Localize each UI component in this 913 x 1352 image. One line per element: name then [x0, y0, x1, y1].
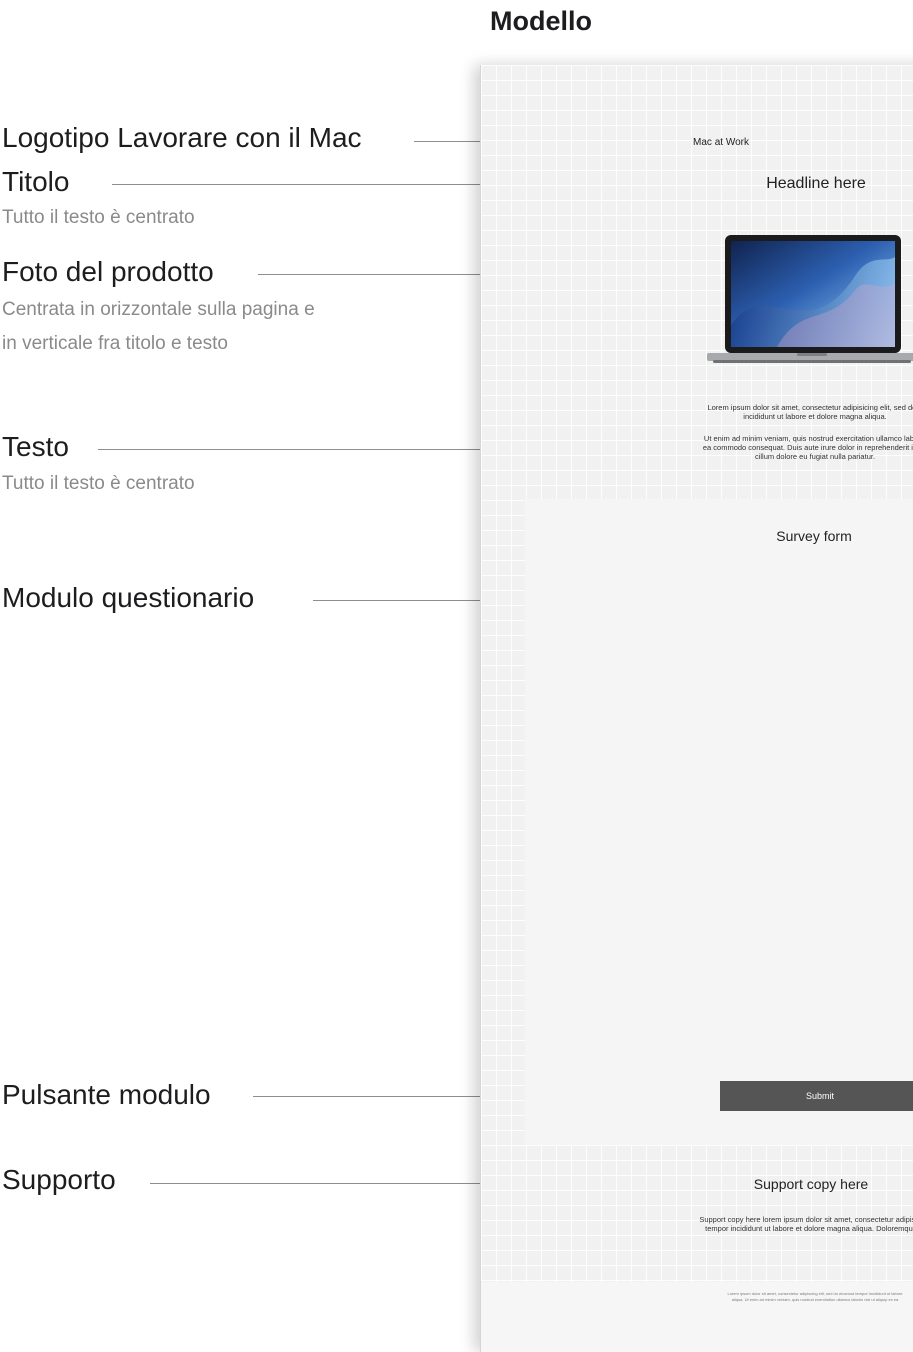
annotation-body-label: Testo	[2, 431, 69, 462]
body-p2-line2: ea commodo consequat. Duis aute irure do…	[702, 443, 913, 452]
submit-button[interactable]: Submit	[720, 1081, 913, 1111]
footer-legal-text: Lorem ipsum dolor sit amet, consectetur …	[728, 1291, 903, 1303]
annotation-logo-label: Logotipo Lavorare con il Mac	[2, 122, 362, 153]
body-p2-line3: cillum dolore eu fugiat nulla pariatur.	[754, 452, 876, 461]
annotation-survey-label: Modulo questionario	[2, 582, 255, 613]
page-title: Modello	[490, 6, 592, 36]
annotation-product-note-line2: in verticale fra titolo e testo	[2, 333, 228, 354]
body-p1-line2: incididunt ut labore et dolore magna ali…	[743, 412, 887, 421]
mac-at-work-logo: Mac at Work	[693, 137, 749, 148]
footer-line2: aliqua. Ut enim ad minim veniam, quis no…	[731, 1297, 899, 1302]
template-body-text-p1: Lorem ipsum dolor sit amet, consectetur …	[707, 403, 913, 421]
annotation-body-note: Tutto il testo è centrato	[2, 473, 195, 494]
annotation-support-label: Supporto	[2, 1164, 116, 1195]
body-p1-line1: Lorem ipsum dolor sit amet, consectetur …	[707, 403, 913, 412]
survey-form-panel	[525, 499, 913, 1145]
annotation-button-label: Pulsante modulo	[2, 1079, 211, 1110]
annotation-headline-note: Tutto il testo è centrato	[2, 207, 195, 228]
annotation-product-label: Foto del prodotto	[2, 256, 214, 287]
template-body-text-p2: Ut enim ad minim veniam, quis nostrud ex…	[703, 434, 913, 461]
survey-form-title: Survey form	[776, 528, 852, 544]
support-line2: tempor incididunt ut labore et dolore ma…	[705, 1224, 913, 1233]
annotation-product-note-line1: Centrata in orizzontale sulla pagina e	[2, 299, 315, 320]
template-headline: Headline here	[766, 175, 866, 192]
support-line1: Support copy here lorem ipsum dolor sit …	[699, 1215, 913, 1224]
macbook-image	[707, 235, 913, 363]
support-heading: Support copy here	[753, 1176, 869, 1192]
body-p2-line1: Ut enim ad minim veniam, quis nostrud ex…	[703, 434, 913, 443]
support-copy: Support copy here lorem ipsum dolor sit …	[699, 1215, 913, 1233]
annotation-headline-label: Titolo	[2, 166, 70, 197]
template-sheet: Mac at Work Headline here Lorem ipsum do…	[480, 65, 913, 1352]
